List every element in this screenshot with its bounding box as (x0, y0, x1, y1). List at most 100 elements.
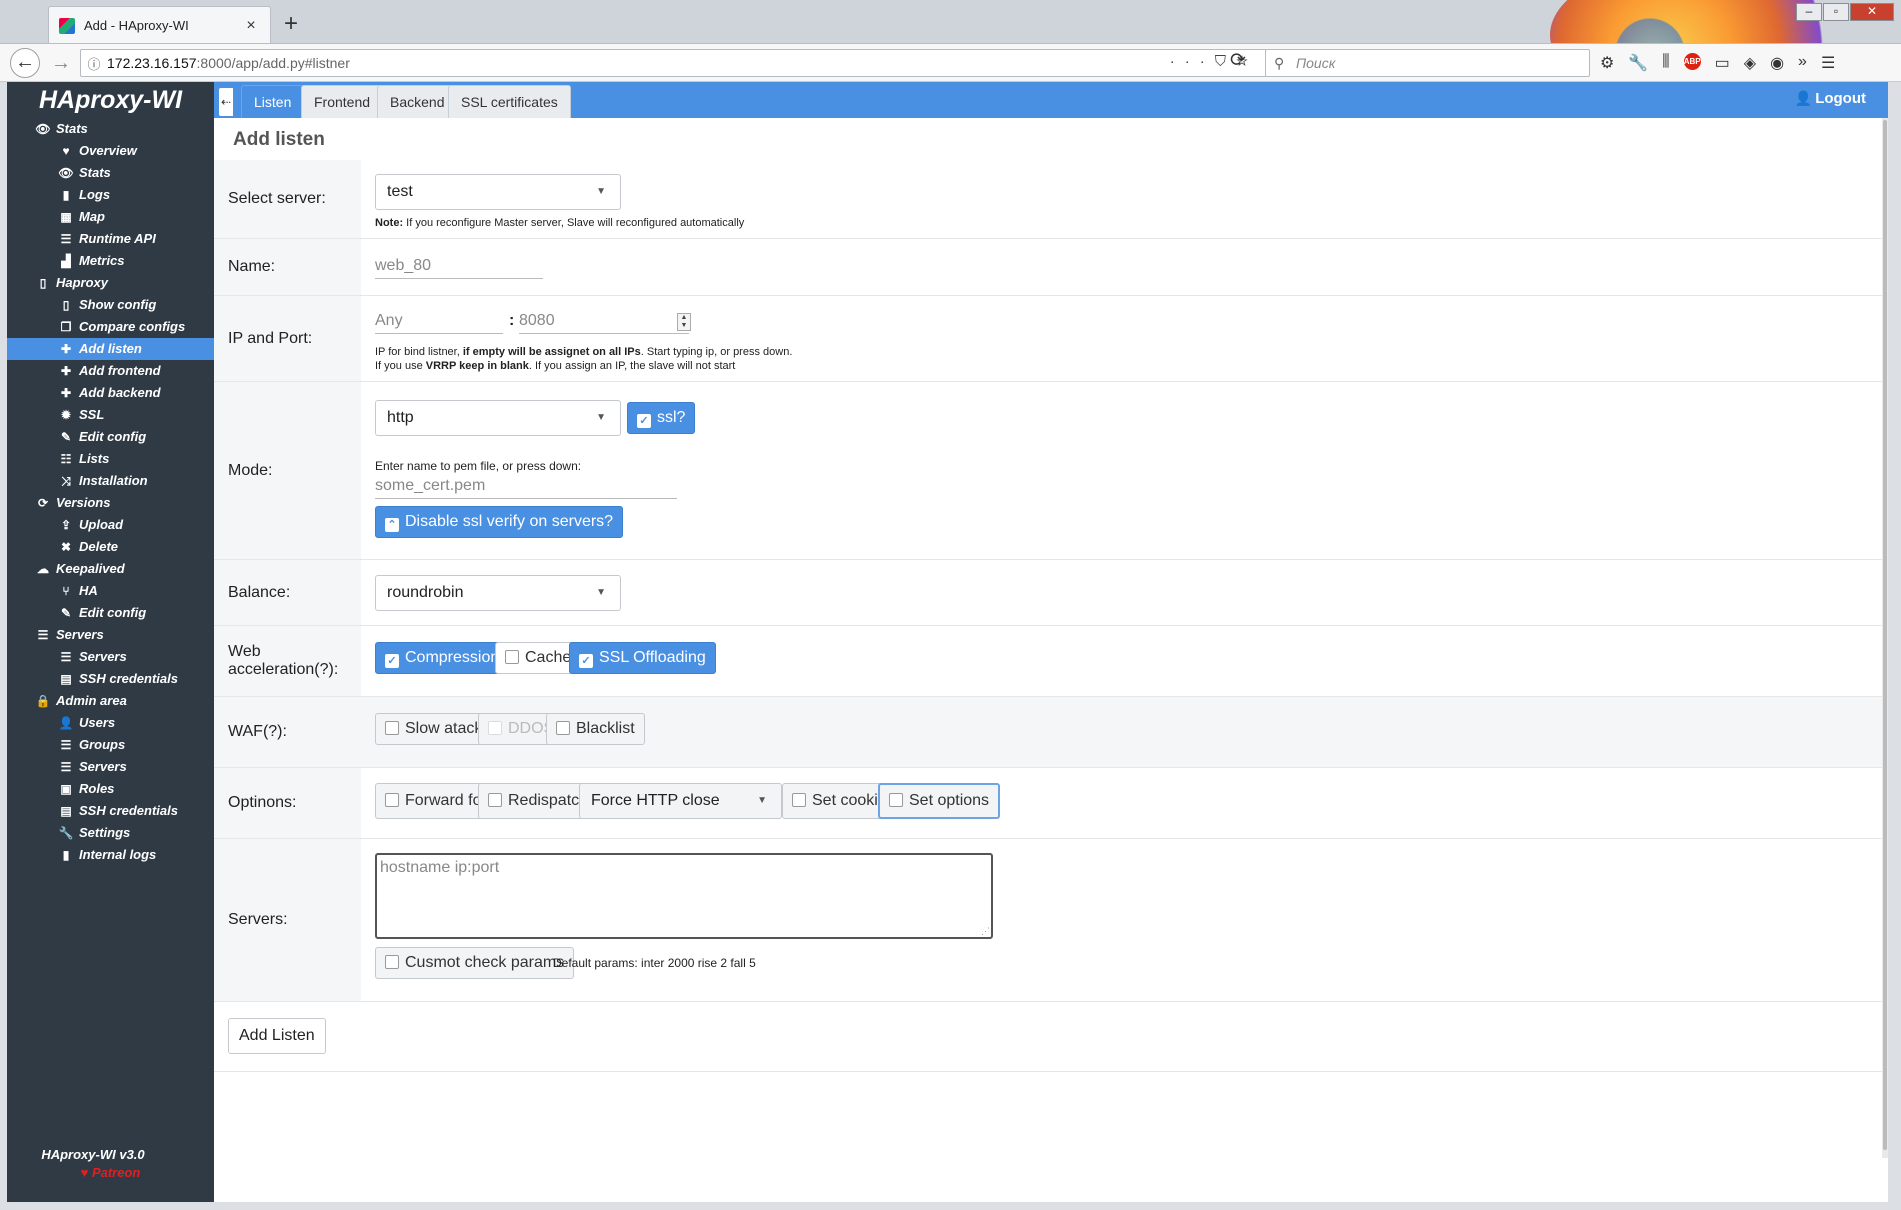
browser-tab[interactable]: Add - HAproxy-WI × (48, 6, 271, 43)
sidebar-item-keepalived[interactable]: ☁ Keepalived (7, 558, 214, 580)
new-tab-button[interactable]: + (278, 10, 304, 38)
ip-port-separator: : (509, 312, 515, 329)
sidebar-item-stats[interactable]: 👁 Stats (7, 162, 214, 184)
scrollbar-thumb[interactable] (1883, 120, 1887, 1150)
sidebar-item-users[interactable]: 👤 Users (7, 712, 214, 734)
mode-select-value: http (387, 409, 414, 426)
sidebar-item-show-config[interactable]: ▯ Show config (7, 294, 214, 316)
sidebar-item-add-backend[interactable]: ✚ Add backend (7, 382, 214, 404)
pem-input[interactable]: some_cert.pem (375, 473, 677, 499)
http-close-select[interactable]: Force HTTP close ▼ (579, 783, 782, 819)
compression-checkbox[interactable]: ✓ Compression (375, 642, 510, 674)
slow-attack-checkbox[interactable]: Slow atack (375, 713, 493, 745)
servers-textarea[interactable]: hostname ip:port ⋰ (375, 853, 993, 939)
ip-input[interactable]: Any (375, 308, 503, 334)
reload-icon[interactable]: ⟳ (1230, 49, 1246, 72)
search-input[interactable]: ⚲ Поиск (1265, 49, 1590, 77)
sidebar-item-label: Keepalived (56, 561, 125, 576)
wrench-icon[interactable]: 🔧 (1628, 53, 1648, 73)
sidebar-item-lists[interactable]: ☷ Lists (7, 448, 214, 470)
ssl-offloading-checkbox[interactable]: ✓ SSL Offloading (569, 642, 716, 674)
sidebar-item-haproxy[interactable]: ▯ Haproxy (7, 272, 214, 294)
url-path: :8000/app/add.py#listner (196, 55, 350, 71)
overflow-menu-icon[interactable]: » (1798, 53, 1807, 73)
tab-frontend[interactable]: Frontend (301, 85, 384, 118)
adblock-icon[interactable]: ABP (1683, 53, 1701, 70)
sidebar-item-compare-configs[interactable]: ❐ Compare configs (7, 316, 214, 338)
server-select[interactable]: test ▼ (375, 174, 621, 210)
gear-icon[interactable]: ⚙ (1600, 53, 1614, 73)
sidebar-item-map[interactable]: ▦ Map (7, 206, 214, 228)
edit-icon: ✎ (60, 430, 72, 444)
minimize-window-button[interactable]: – (1796, 3, 1822, 21)
page-scrollbar[interactable] (1882, 118, 1888, 1158)
port-input[interactable]: 8080 (519, 308, 689, 334)
sidebar-item-delete[interactable]: ✖ Delete (7, 536, 214, 558)
sidebar-item-overview[interactable]: ♥ Overview (7, 140, 214, 162)
sidebar-item-servers[interactable]: ☰ Servers (7, 756, 214, 778)
collapse-sidebar-button[interactable]: ⇠ (219, 88, 233, 116)
sidebar: HAproxy-WI 👁 Stats ♥ Overview 👁 Stats ▮ Logs ▦ Ma… (7, 82, 214, 1202)
maximize-window-button[interactable]: ▫ (1823, 3, 1849, 21)
sidebar-item-settings[interactable]: 🔧 Settings (7, 822, 214, 844)
sidebar-item-ssl[interactable]: ✹ SSL (7, 404, 214, 426)
sidebar-item-internal-logs[interactable]: ▮ Internal logs (7, 844, 214, 866)
sidebar-item-add-listen[interactable]: ✚ Add listen (7, 338, 214, 360)
sidebar-item-label: Add backend (79, 385, 161, 400)
sidebar-item-label: Runtime API (79, 231, 156, 246)
sidebar-item-label: Groups (79, 737, 126, 752)
blacklist-checkbox[interactable]: Blacklist (546, 713, 645, 745)
user-plus-icon: 👤 (58, 716, 74, 730)
sidebar-item-edit-config[interactable]: ✎ Edit config (7, 426, 214, 448)
library-icon[interactable]: ⫼ (1662, 53, 1669, 73)
sidebar-item-upload[interactable]: ⇪ Upload (7, 514, 214, 536)
sidebar-toggle-icon[interactable]: ▭ (1715, 53, 1730, 73)
sidebar-item-add-frontend[interactable]: ✚ Add frontend (7, 360, 214, 382)
balance-select[interactable]: roundrobin ▼ (375, 575, 621, 611)
sidebar-item-servers[interactable]: ☰ Servers (7, 624, 214, 646)
disable-ssl-verify-checkbox[interactable]: ⌃ Disable ssl verify on servers? (375, 506, 624, 538)
set-options-checkbox[interactable]: Set options (878, 783, 1001, 819)
extension-icon[interactable]: ◈ (1744, 53, 1756, 73)
close-window-button[interactable]: ✕ (1850, 3, 1894, 21)
sidebar-item-groups[interactable]: ☰ Groups (7, 734, 214, 756)
brand-logo[interactable]: HAproxy-WI (7, 82, 214, 118)
close-tab-icon[interactable]: × (242, 17, 260, 35)
patreon-link[interactable]: ♥ Patreon (7, 1165, 214, 1180)
back-button[interactable]: ← (10, 48, 40, 78)
sidebar-item-installation[interactable]: ⤨ Installation (7, 470, 214, 492)
sidebar-item-ssh-credentials[interactable]: ▤ SSH credentials (7, 668, 214, 690)
sidebar-item-ssh-credentials[interactable]: ▤ SSH credentials (7, 800, 214, 822)
sidebar-item-logs[interactable]: ▮ Logs (7, 184, 214, 206)
sidebar-item-ha[interactable]: ⑂ HA (7, 580, 214, 602)
sidebar-item-admin-area[interactable]: 🔒 Admin area (7, 690, 214, 712)
eye-icon: 👁 (35, 122, 51, 136)
row-select-server: Select server: test ▼ Note: If you recon… (214, 160, 1888, 239)
sidebar-item-edit-config[interactable]: ✎ Edit config (7, 602, 214, 624)
tab-backend[interactable]: Backend (377, 85, 458, 118)
account-icon[interactable]: ◉ (1770, 53, 1784, 73)
web-page: HAproxy-WI 👁 Stats ♥ Overview 👁 Stats ▮ Logs ▦ Ma… (7, 82, 1888, 1202)
ssl-checkbox[interactable]: ✓ ssl? (627, 402, 696, 434)
forward-button[interactable]: → (46, 49, 76, 77)
site-info-icon[interactable]: ⓘ (81, 54, 107, 73)
sidebar-item-versions[interactable]: ⟳ Versions (7, 492, 214, 514)
url-bar[interactable]: ⓘ 172.23.16.157:8000/app/add.py#listner … (80, 49, 1267, 77)
row-balance: Balance: roundrobin ▼ (214, 560, 1888, 626)
custom-check-params-checkbox[interactable]: Cusmot check params (375, 947, 575, 979)
hamburger-menu-icon[interactable]: ☰ (1821, 53, 1835, 73)
sidebar-item-metrics[interactable]: ▟ Metrics (7, 250, 214, 272)
tab-ssl-certificates[interactable]: SSL certificates (448, 85, 571, 118)
sidebar-item-stats[interactable]: 👁 Stats (7, 118, 214, 140)
port-stepper[interactable]: ▲ ▼ (677, 313, 691, 331)
sidebar-item-servers[interactable]: ☰ Servers (7, 646, 214, 668)
mode-select[interactable]: http ▼ (375, 400, 621, 436)
resize-grip-icon[interactable]: ⋰ (981, 926, 990, 937)
sidebar-item-runtime-api[interactable]: ☰ Runtime API (7, 228, 214, 250)
add-listen-button[interactable]: Add Listen (228, 1018, 326, 1054)
tab-listen[interactable]: Listen (241, 85, 305, 118)
logout-link[interactable]: 👤 Logout (1795, 82, 1866, 115)
name-input[interactable]: web_80 (375, 253, 543, 279)
ip-help-1b: if empty will be assignet on all IPs (462, 346, 641, 358)
sidebar-item-roles[interactable]: ▣ Roles (7, 778, 214, 800)
